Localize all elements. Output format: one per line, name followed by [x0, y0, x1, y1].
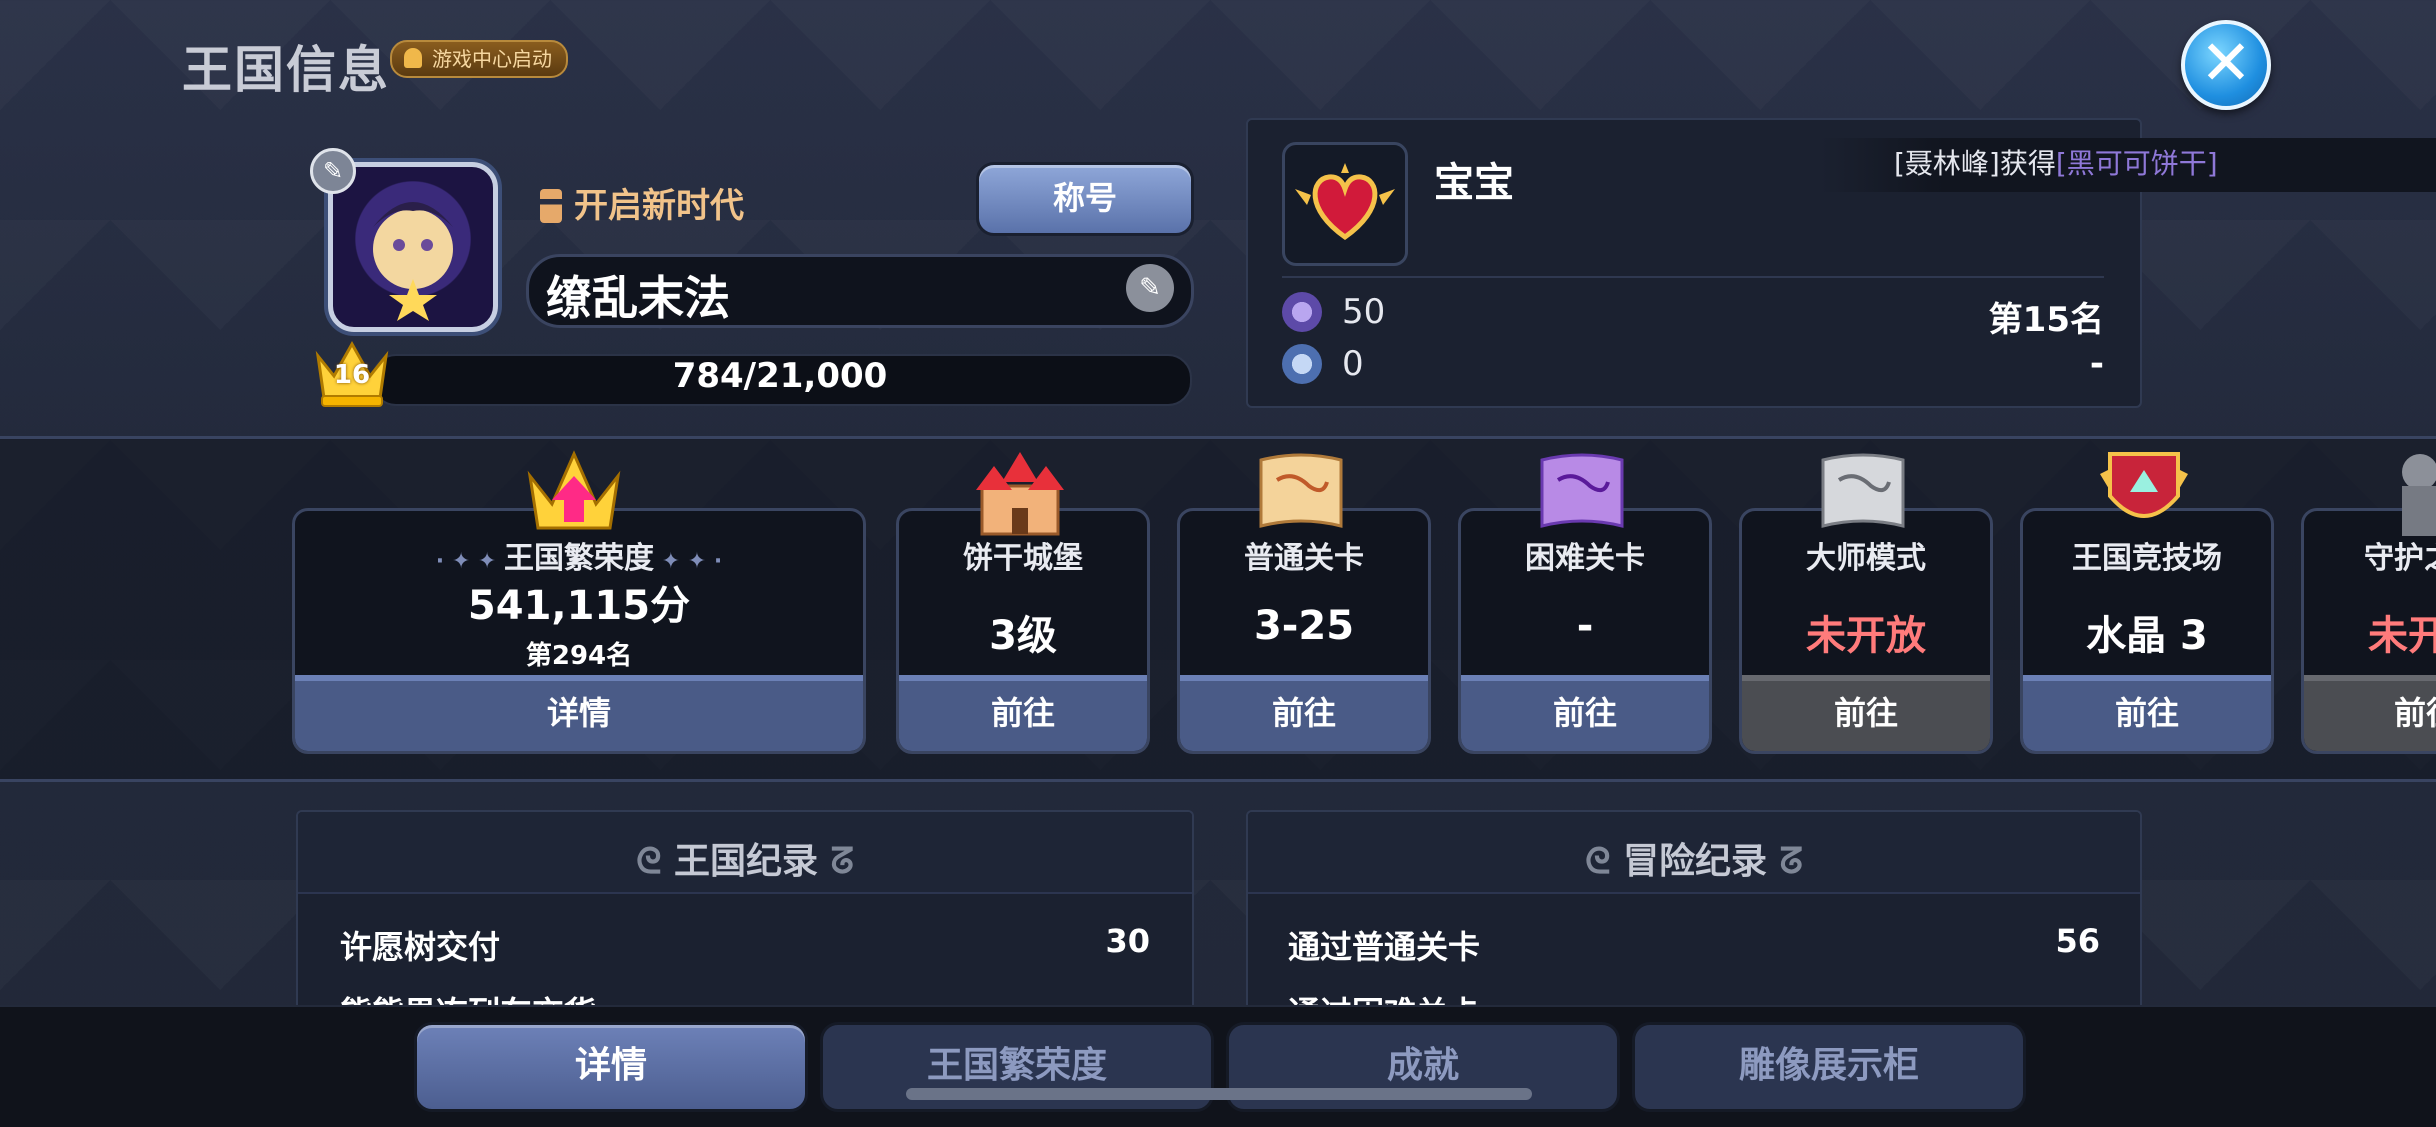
card-subvalue: 第294名 [525, 641, 633, 671]
go-button[interactable]: 前往 [899, 675, 1147, 751]
card-guardian: 守护之 未开 前往 [2301, 508, 2436, 754]
name-edit-button[interactable]: ✎ [1126, 264, 1174, 312]
ticker-highlight: [黑可可饼干] [2055, 147, 2218, 180]
cookie-avatar-icon [373, 202, 453, 321]
avatar[interactable] [328, 162, 498, 332]
master-map-icon [1821, 453, 1905, 528]
trophy-blue-icon [1282, 344, 1322, 384]
heart-emblem-icon [1295, 163, 1395, 241]
guild-stat-rank: - [2089, 344, 2104, 384]
close-button[interactable]: ✕ [2181, 20, 2271, 110]
arena-shield-icon [2100, 452, 2188, 518]
card-title: 普通关卡 [1244, 541, 1364, 576]
card-title: 王国竞技场 [2072, 541, 2222, 576]
record-label: 通过普通关卡 [1288, 928, 1481, 966]
card-title: 困难关卡 [1525, 541, 1645, 576]
go-button[interactable]: 前往 [1461, 675, 1709, 751]
go-button[interactable]: 前往 [1742, 675, 1990, 751]
level-value: 16 [333, 360, 371, 390]
card-hard-stage: 困难关卡 - 前往 [1458, 508, 1712, 754]
pencil-icon: ✎ [1139, 273, 1161, 303]
guild-stat-value: 0 [1342, 344, 1364, 384]
ticker-text: [聂林峰]获得[黑可可饼干] [1894, 142, 2218, 182]
guild-stat-value: 50 [1342, 292, 1386, 332]
adventure-record-panel: ᘓ 冒险纪录 ᘔ 通过普通关卡 56 通过困难关卡 [1246, 810, 2142, 1014]
go-button[interactable]: 前往 [2023, 675, 2271, 751]
card-value: - [1576, 603, 1594, 649]
card-value: 3-25 [1253, 603, 1355, 649]
ticker-prefix: [聂林峰]获得 [1894, 147, 2056, 180]
castle-icon [976, 452, 1064, 536]
card-value: 水晶 3 [2086, 613, 2208, 659]
era-text: 开启新时代 [574, 186, 744, 226]
panel-title: ᘓ 王国纪录 ᘔ [636, 841, 854, 882]
bell-icon [404, 48, 422, 68]
divider [1282, 276, 2104, 278]
record-value: 56 [2055, 922, 2100, 960]
launch-badge-label: 游戏中心启动 [432, 47, 552, 71]
game-center-launch-badge[interactable]: 游戏中心启动 [390, 40, 568, 78]
xp-text: 784/21,000 [672, 356, 888, 396]
hard-map-icon [1540, 453, 1624, 528]
details-button[interactable]: 详情 [295, 675, 863, 751]
record-label: 许愿树交付 [340, 928, 501, 966]
trophy-purple-icon [1282, 292, 1322, 332]
avatar-edit-button[interactable]: ✎ [310, 148, 356, 194]
card-value: 541,115分 [467, 583, 691, 629]
home-indicator[interactable] [906, 1088, 1532, 1100]
guild-stat-rank: 第15名 [1988, 300, 2104, 340]
card-castle: 饼干城堡 3级 前往 [896, 508, 1150, 754]
card-arena: 王国竞技场 水晶 3 前往 [2020, 508, 2274, 754]
title-button[interactable]: 称号 [976, 162, 1194, 236]
card-title: 守护之 [2364, 541, 2436, 576]
card-prosperity: · ✦ ✦ 王国繁荣度 ✦ ✦ · 541,115分 第294名 详情 [292, 508, 866, 754]
guardian-statue-icon [2402, 454, 2436, 536]
card-title: 饼干城堡 [963, 541, 1083, 576]
record-value: 30 [1105, 922, 1150, 960]
flag-icon [540, 189, 562, 223]
guild-name: 宝宝 [1434, 160, 1514, 206]
kingdom-record-panel: ᘓ 王国纪录 ᘔ 许愿树交付 30 熊熊果冻列车交货 [296, 810, 1194, 1014]
panel-title: ᘓ 冒险纪录 ᘔ [1585, 841, 1803, 882]
tab-details[interactable]: 详情 [414, 1022, 808, 1112]
go-button[interactable]: 前往 [2304, 675, 2436, 751]
kingdom-name: 缭乱末法 [546, 271, 730, 325]
era-label: 开启新时代 [540, 178, 744, 227]
card-title: · ✦ ✦ 王国繁荣度 ✦ ✦ · [435, 541, 723, 576]
card-title: 大师模式 [1806, 541, 1926, 576]
crown-icon [527, 450, 621, 530]
card-value: 未开 [2368, 613, 2436, 659]
close-icon: ✕ [2200, 26, 2252, 99]
card-master-mode: 大师模式 未开放 前往 [1739, 508, 1993, 754]
card-normal-stage: 普通关卡 3-25 前往 [1177, 508, 1431, 754]
pencil-icon: ✎ [322, 157, 344, 185]
go-button[interactable]: 前往 [1180, 675, 1428, 751]
page-title: 王国信息 [182, 41, 390, 99]
tab-statue-showcase[interactable]: 雕像展示柜 [1632, 1022, 2026, 1112]
bottom-tab-bar [0, 1005, 2436, 1127]
map-icon [1259, 453, 1343, 528]
guild-emblem[interactable] [1282, 142, 1408, 266]
card-value: 3级 [989, 613, 1057, 659]
card-value: 未开放 [1806, 613, 1926, 659]
